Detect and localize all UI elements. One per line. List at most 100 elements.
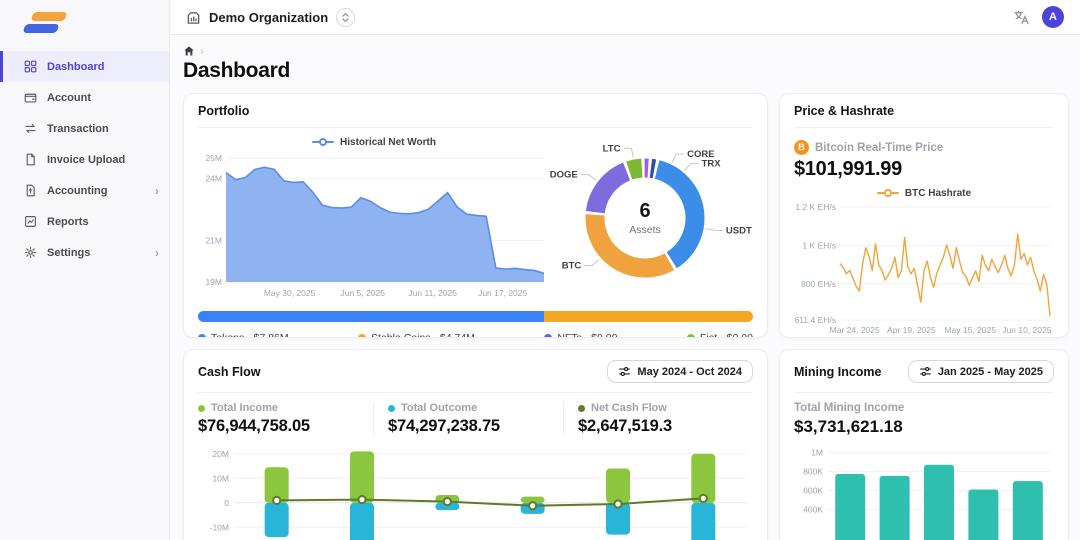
transfer-icon <box>24 122 37 135</box>
income-dot-icon <box>198 405 205 412</box>
svg-text:0: 0 <box>224 498 229 508</box>
sidebar: Dashboard Account Transaction Invoice Up… <box>0 0 170 540</box>
cash-flow-card-title: Cash Flow <box>198 365 261 379</box>
allocation-legend-item: Fiat - $0.00 <box>687 332 753 338</box>
breadcrumb-separator: › <box>200 44 204 58</box>
organization-selector[interactable]: Demo Organization <box>209 10 328 25</box>
svg-text:19M: 19M <box>205 277 222 287</box>
svg-text:21M: 21M <box>205 236 222 246</box>
hashrate-legend-label: BTC Hashrate <box>905 188 971 199</box>
svg-text:10M: 10M <box>212 473 229 483</box>
outcome-dot-icon <box>388 405 395 412</box>
net-worth-area-chart: 25M24M21M19MMay 30, 2025Jun 5, 2025Jun 1… <box>198 150 550 305</box>
total-mining-income-value: $3,731,621.18 <box>794 417 1054 437</box>
logo-bar-blue <box>23 24 60 33</box>
portfolio-card-title: Portfolio <box>198 104 249 118</box>
tokens-dot-icon <box>198 334 206 338</box>
svg-text:May 15, 2025: May 15, 2025 <box>944 325 996 335</box>
settings-icon <box>24 246 37 259</box>
allocation-bar-segment <box>544 311 753 322</box>
page-content: › Dashboard Portfolio <box>170 35 1080 540</box>
filter-tune-icon <box>919 365 932 378</box>
line-series-marker-icon <box>877 188 899 198</box>
btc-price-value: $101,991.99 <box>794 158 1054 181</box>
mining-date-range-filter[interactable]: Jan 2025 - May 2025 <box>908 360 1054 383</box>
svg-text:Assets: Assets <box>629 224 661 236</box>
logo-bar-orange <box>31 12 68 21</box>
btc-hashrate-line-chart: 1.2 K EH/s1 K EH/s800 EH/s611.4 EH/sMar … <box>794 201 1054 338</box>
page-title: Dashboard <box>183 59 1067 83</box>
sidebar-item-transaction[interactable]: Transaction <box>0 113 169 144</box>
svg-text:Jun 5, 2025: Jun 5, 2025 <box>341 288 386 298</box>
language-translate-icon[interactable] <box>1013 9 1030 26</box>
svg-text:25M: 25M <box>205 153 222 163</box>
sidebar-item-label: Settings <box>47 247 90 259</box>
fiat-dot-icon <box>687 334 695 338</box>
chevron-right-icon: › <box>155 185 159 197</box>
btc-price-label: Bitcoin Real-Time Price <box>815 142 943 154</box>
user-avatar[interactable]: A <box>1042 6 1064 28</box>
allocation-bar-segment <box>198 311 544 322</box>
svg-text:6: 6 <box>639 200 650 222</box>
accounting-icon <box>24 184 37 197</box>
sidebar-item-account[interactable]: Account <box>0 82 169 113</box>
mining-income-card: Mining Income Jan 2025 - May 2025 Total … <box>779 349 1069 540</box>
total-income-stat: Total Income $76,944,758.05 <box>198 402 373 436</box>
total-mining-income-label: Total Mining Income <box>794 402 1054 414</box>
wallet-icon <box>24 91 37 104</box>
sidebar-item-accounting[interactable]: Accounting › <box>0 175 169 206</box>
svg-text:Jun 10, 2025: Jun 10, 2025 <box>1002 325 1051 335</box>
sidebar-item-label: Dashboard <box>47 61 104 73</box>
net-cash-flow-dot-icon <box>578 405 585 412</box>
organization-icon <box>186 10 201 25</box>
net-cash-flow-stat: Net Cash Flow $2,647,519.3 <box>563 402 753 436</box>
svg-text:800 EH/s: 800 EH/s <box>801 279 836 289</box>
svg-text:1.2 K EH/s: 1.2 K EH/s <box>795 202 836 212</box>
home-icon[interactable] <box>183 45 195 57</box>
svg-text:20M: 20M <box>212 449 229 459</box>
price-hashrate-card: Price & Hashrate B Bitcoin Real-Time Pri… <box>779 93 1069 338</box>
reports-icon <box>24 215 37 228</box>
chevron-right-icon: › <box>155 247 159 259</box>
sidebar-nav: Dashboard Account Transaction Invoice Up… <box>0 51 169 268</box>
organization-switcher-button[interactable] <box>336 8 355 27</box>
cash-flow-combo-chart: 20M10M0-10M-20M <box>184 438 767 540</box>
svg-text:Jun 11, 2025: Jun 11, 2025 <box>408 288 457 298</box>
line-series-marker-icon <box>312 137 334 147</box>
svg-text:Mar 24, 2025: Mar 24, 2025 <box>830 325 880 335</box>
nfts-dot-icon <box>544 334 552 338</box>
allocation-legend-item: Tokens - $7.86M <box>198 332 289 338</box>
sidebar-item-invoice-upload[interactable]: Invoice Upload <box>0 144 169 175</box>
svg-text:Apr 19, 2025: Apr 19, 2025 <box>887 325 936 335</box>
stable-coins-dot-icon <box>358 334 366 338</box>
sidebar-item-label: Accounting <box>47 185 108 197</box>
price-hashrate-card-title: Price & Hashrate <box>794 104 894 118</box>
cash-flow-date-range-filter[interactable]: May 2024 - Oct 2024 <box>607 360 753 383</box>
svg-text:800K: 800K <box>803 467 823 477</box>
total-outcome-stat: Total Outcome $74,297,238.75 <box>373 402 563 436</box>
svg-text:TRX: TRX <box>702 159 722 170</box>
sidebar-item-label: Reports <box>47 216 89 228</box>
svg-text:600K: 600K <box>803 486 823 496</box>
cash-flow-stats: Total Income $76,944,758.05 Total Outcom… <box>184 393 767 438</box>
allocation-legend: Tokens - $7.86M Stable Coins - $4.74M NF… <box>198 332 753 338</box>
invoice-upload-icon <box>24 153 37 166</box>
net-worth-legend-label: Historical Net Worth <box>340 137 436 148</box>
mining-income-bar-chart: 1M800K600K400K <box>794 445 1054 540</box>
asset-allocation-donut-chart: LTCCORETRXUSDTBTCDOGE6Assets <box>550 134 755 305</box>
dashboard-icon <box>24 60 37 73</box>
sidebar-item-reports[interactable]: Reports <box>0 206 169 237</box>
svg-text:611.4 EH/s: 611.4 EH/s <box>795 315 836 325</box>
svg-text:DOGE: DOGE <box>550 170 578 181</box>
svg-text:Jun 17, 2025: Jun 17, 2025 <box>478 288 527 298</box>
cash-flow-card: Cash Flow May 2024 - Oct 2024 Total Inco… <box>183 349 768 540</box>
svg-text:24M: 24M <box>205 174 222 184</box>
svg-text:USDT: USDT <box>726 225 752 236</box>
sidebar-item-settings[interactable]: Settings › <box>0 237 169 268</box>
sidebar-item-label: Account <box>47 92 91 104</box>
up-down-chevrons-icon <box>341 12 350 23</box>
allocation-progress-bar <box>198 311 753 322</box>
svg-text:-10M: -10M <box>210 522 229 532</box>
sidebar-item-dashboard[interactable]: Dashboard <box>0 51 169 82</box>
svg-text:LTC: LTC <box>603 143 621 154</box>
